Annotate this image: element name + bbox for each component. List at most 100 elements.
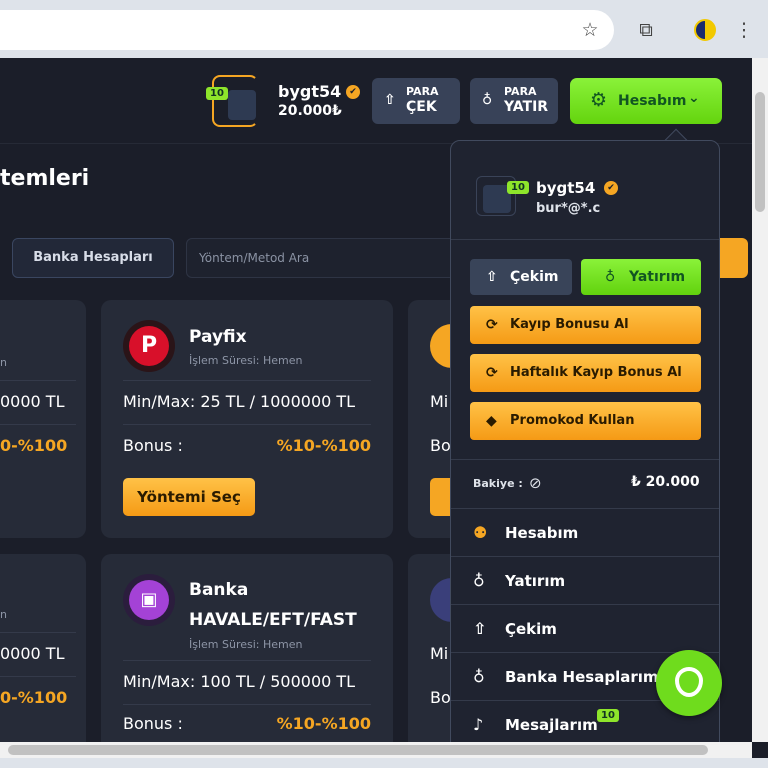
card-minmax: 0000 TL bbox=[0, 644, 65, 663]
method-card-partial-left-2: n 0000 TL 0-%100 bbox=[0, 554, 86, 754]
user-avatar[interactable] bbox=[212, 75, 258, 127]
dropdown-username: bygt54 bbox=[536, 179, 596, 197]
para-yatir-button[interactable]: ♁ PARA YATIR bbox=[470, 78, 558, 124]
card-minmax: Mi bbox=[430, 644, 449, 663]
cekim-label: Çekim bbox=[510, 269, 559, 285]
bookmark-star-icon[interactable]: ☆ bbox=[578, 18, 602, 42]
kayip-bonusu-label: Kayıp Bonusu Al bbox=[510, 317, 629, 332]
refresh-icon: ⟳ bbox=[486, 365, 498, 381]
para-cek-button[interactable]: ⇧ PARA ÇEK bbox=[372, 78, 460, 124]
page-title: temleri bbox=[0, 166, 90, 191]
card-duration: İşlem Süresi: Hemen bbox=[189, 354, 303, 367]
tab-banka-hesaplari[interactable]: Banka Hesapları bbox=[12, 238, 174, 278]
card-minmax: Min/Max: 25 TL / 1000000 TL bbox=[123, 392, 356, 411]
menu-item-label: Hesabım bbox=[505, 524, 579, 542]
browser-menu-icon[interactable]: ⋮ bbox=[732, 18, 756, 42]
horizontal-scroll-thumb[interactable] bbox=[8, 745, 708, 755]
eye-off-icon[interactable]: ⊘ bbox=[529, 474, 542, 492]
card-bonus-label: Bonus : bbox=[123, 436, 183, 455]
payfix-logo: P bbox=[123, 320, 175, 372]
para-cek-line2: ÇEK bbox=[406, 99, 437, 115]
card-sub: n bbox=[0, 356, 7, 369]
hesabim-label: Hesabım bbox=[618, 93, 687, 109]
bell-icon: ♪ bbox=[473, 715, 484, 734]
withdraw-icon: ⇧ bbox=[473, 619, 487, 638]
live-chat-button[interactable] bbox=[656, 650, 722, 716]
para-cek-line1: PARA bbox=[406, 85, 439, 98]
bank-icon: ♁ bbox=[473, 667, 485, 686]
deposit-icon: ♁ bbox=[482, 92, 493, 108]
vertical-scroll-thumb[interactable] bbox=[755, 92, 765, 212]
menu-item-label: Yatırım bbox=[505, 572, 566, 590]
hesabim-button[interactable]: ⚙ Hesabım ⌄ bbox=[570, 78, 722, 124]
gear-icon: ⚙ bbox=[590, 89, 608, 111]
withdraw-icon: ⇧ bbox=[486, 269, 498, 285]
level-badge: 10 bbox=[206, 87, 228, 100]
card-bonus-value: %10-%100 bbox=[276, 436, 371, 455]
messages-count-badge: 10 bbox=[597, 709, 619, 722]
card-title-line1: Banka bbox=[189, 580, 249, 600]
kayip-bonusu-button[interactable]: ⟳ Kayıp Bonusu Al bbox=[470, 306, 701, 344]
bank-logo: ▣ bbox=[123, 574, 175, 626]
card-bonus: 0-%100 bbox=[0, 688, 68, 707]
bakiye-label: Bakiye : bbox=[473, 477, 523, 490]
address-bar[interactable] bbox=[0, 10, 614, 50]
dropdown-email: bur*@*.c bbox=[536, 201, 601, 216]
user-gear-icon: ⚉ bbox=[473, 523, 488, 542]
method-card-partial-left-1: n 0000 TL 0-%100 bbox=[0, 300, 86, 538]
diamond-icon: ◆ bbox=[486, 413, 497, 429]
window-bottom-edge bbox=[0, 758, 768, 768]
withdraw-icon: ⇧ bbox=[384, 92, 396, 108]
promokod-label: Promokod Kullan bbox=[510, 413, 635, 428]
para-yatir-line1: PARA bbox=[504, 85, 537, 98]
payfix-logo-letter: P bbox=[129, 326, 169, 366]
menu-item-yatirim[interactable]: ♁ Yatırım bbox=[451, 556, 719, 604]
card-bonus-label: Bo bbox=[430, 436, 451, 455]
card-bonus-label: Bo bbox=[430, 688, 451, 707]
menu-item-cekim[interactable]: ⇧ Çekim bbox=[451, 604, 719, 652]
card-duration: İşlem Süresi: Hemen bbox=[189, 638, 303, 651]
card-bonus-label: Bonus : bbox=[123, 714, 183, 733]
card-sub: n bbox=[0, 608, 7, 621]
card-minmax: Min/Max: 100 TL / 500000 TL bbox=[123, 672, 356, 691]
deposit-icon: ♁ bbox=[473, 571, 485, 590]
avatar-figure-icon bbox=[228, 90, 256, 120]
dropdown-level-badge: 10 bbox=[507, 181, 529, 194]
card-title: Payfix bbox=[189, 327, 247, 347]
yatirim-label: Yatırım bbox=[629, 269, 686, 285]
bakiye-value: ₺ 20.000 bbox=[631, 474, 700, 490]
divider bbox=[451, 239, 719, 240]
header-username: bygt54 bbox=[278, 82, 342, 101]
haftalik-bonus-button[interactable]: ⟳ Haftalık Kayıp Bonus Al bbox=[470, 354, 701, 392]
menu-item-label: Çekim bbox=[505, 620, 557, 638]
profile-avatar-icon[interactable] bbox=[694, 19, 716, 41]
chat-bubble-icon bbox=[675, 667, 703, 697]
verified-icon: ✔ bbox=[346, 85, 360, 99]
method-card-banka: ▣ Banka HAVALE/EFT/FAST İşlem Süresi: He… bbox=[101, 554, 393, 754]
menu-item-label: Banka Hesaplarım bbox=[505, 668, 659, 686]
card-bonus: 0-%100 bbox=[0, 436, 68, 455]
card-bonus-value: %10-%100 bbox=[276, 714, 371, 733]
promokod-button[interactable]: ◆ Promokod Kullan bbox=[470, 402, 701, 440]
select-method-button[interactable]: Yöntemi Seç bbox=[123, 478, 255, 516]
dropdown-cekim-button[interactable]: ⇧ Çekim bbox=[470, 259, 572, 295]
search-input[interactable]: Yöntem/Metod Ara bbox=[186, 238, 466, 278]
refresh-icon: ⟳ bbox=[486, 317, 498, 333]
divider bbox=[451, 459, 719, 460]
wallet-icon: ▣ bbox=[129, 580, 169, 620]
card-minmax: 0000 TL bbox=[0, 392, 65, 411]
para-yatir-line2: YATIR bbox=[504, 99, 549, 115]
card-title-line2: HAVALE/EFT/FAST bbox=[189, 610, 357, 630]
deposit-icon: ♁ bbox=[605, 269, 616, 285]
verified-icon: ✔ bbox=[604, 181, 618, 195]
card-minmax: Mi bbox=[430, 392, 449, 411]
header-balance: 20.000₺ bbox=[278, 103, 342, 119]
haftalik-bonus-label: Haftalık Kayıp Bonus Al bbox=[510, 365, 682, 380]
dropdown-yatirim-button[interactable]: ♁ Yatırım bbox=[581, 259, 701, 295]
method-card-payfix: P Payfix İşlem Süresi: Hemen Min/Max: 25… bbox=[101, 300, 393, 538]
extensions-icon[interactable]: ⧉ bbox=[634, 18, 658, 42]
search-button[interactable] bbox=[716, 238, 748, 278]
chevron-down-icon: ⌄ bbox=[688, 90, 700, 106]
menu-item-label: Mesajlarım bbox=[505, 716, 598, 734]
menu-item-hesabim[interactable]: ⚉ Hesabım bbox=[451, 508, 719, 556]
